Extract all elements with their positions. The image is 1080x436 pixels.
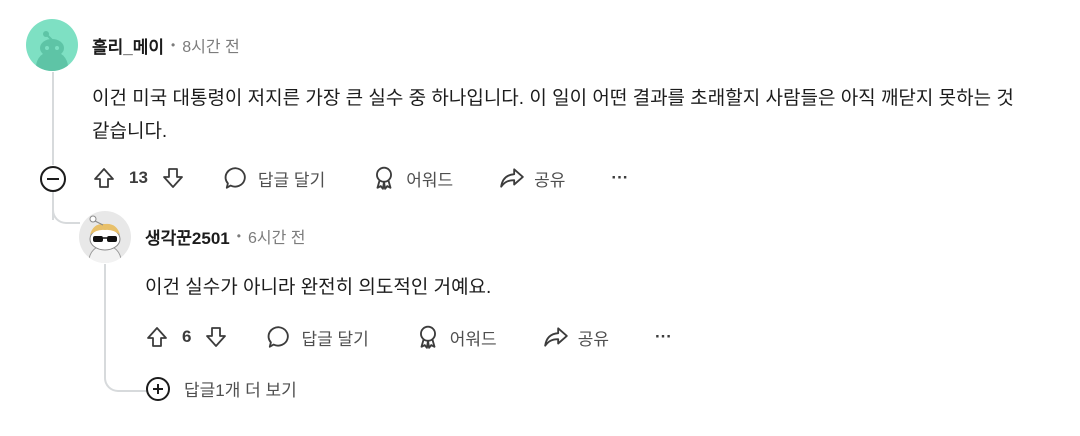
reply-share-button[interactable]: 공유 (543, 324, 609, 350)
upvote-button[interactable] (92, 166, 116, 190)
downvote-icon (206, 327, 227, 347)
reply-label: 답글 달기 (301, 329, 369, 349)
reply-reply-button[interactable]: 답글 달기 (266, 324, 369, 350)
more-replies-label: 답글1개 더 보기 (184, 381, 297, 400)
reply-label: 답글 달기 (257, 170, 326, 190)
timestamp: 8시간 전 (182, 39, 240, 56)
separator-dot: • (171, 38, 176, 52)
collapse-thread-button[interactable] (40, 166, 66, 192)
reply-body: 이건 실수가 아니라 완전히 의도적인 거예요. (145, 277, 492, 298)
thread-connector (52, 192, 80, 224)
thread-line-reply (104, 264, 106, 364)
downvote-button[interactable] (161, 166, 185, 190)
vote-count: 13 (129, 168, 148, 187)
username[interactable]: 홀리_메이 (92, 33, 164, 58)
award-icon (376, 166, 393, 190)
reply-button[interactable]: 답글 달기 (223, 165, 325, 191)
award-button[interactable]: 어워드 (371, 165, 453, 191)
snoo-avatar-icon (36, 31, 68, 71)
share-icon (543, 327, 568, 347)
reply-upvote-button[interactable] (145, 325, 169, 349)
separator-dot: • (236, 229, 241, 243)
reply-more-options-button[interactable]: ··· (655, 327, 672, 347)
award-label: 어워드 (406, 170, 454, 190)
more-options-icon: ··· (654, 327, 672, 346)
reply-meta: 생각꾼2501 • 6시간 전 (145, 224, 305, 248)
share-label: 공유 (577, 329, 609, 349)
reply-downvote-button[interactable] (204, 325, 228, 349)
reply-vote-count: 6 (182, 327, 192, 346)
avatar[interactable] (26, 19, 78, 71)
comment-meta: 홀리_메이 • 8시간 전 (92, 33, 240, 57)
reply-timestamp: 6시간 전 (247, 230, 306, 247)
upvote-icon (147, 327, 167, 347)
upvote-icon (94, 168, 114, 188)
comment-actions: 13 답글 달기 어워드 공유 ··· (92, 162, 628, 194)
comment-body: 이건 미국 대통령이 저지른 가장 큰 실수 중 하나입니다. 이 일이 어떤 … (92, 88, 1014, 142)
award-icon (419, 325, 436, 349)
more-options-icon: ··· (611, 168, 629, 187)
thread-line-main (52, 72, 54, 165)
reply-username[interactable]: 생각꾼2501 (145, 224, 230, 249)
share-icon (500, 168, 524, 188)
award-label: 어워드 (449, 329, 497, 349)
snoo-sunglasses-avatar-icon (88, 215, 122, 263)
plus-circle-icon (146, 376, 170, 401)
reply-award-button[interactable]: 어워드 (415, 324, 497, 350)
share-button[interactable]: 공유 (499, 165, 565, 191)
reply-avatar[interactable] (79, 211, 131, 263)
comment-bubble-icon (268, 326, 290, 348)
downvote-icon (163, 168, 183, 188)
more-replies-button[interactable]: 답글1개 더 보기 (146, 376, 297, 401)
comment-bubble-icon (224, 167, 246, 189)
reply-actions: 6 답글 달기 어워드 공유 ··· (145, 321, 672, 353)
share-label: 공유 (534, 170, 566, 190)
more-options-button[interactable]: ··· (611, 168, 628, 188)
thread-connector-more (104, 360, 146, 392)
